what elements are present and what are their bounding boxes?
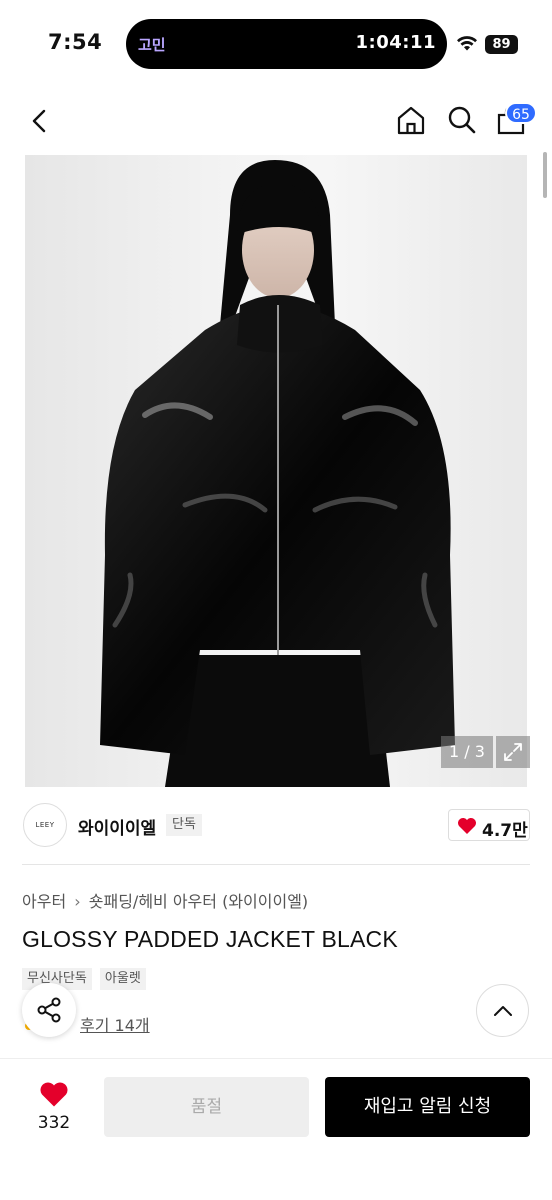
top-nav xyxy=(0,95,552,150)
bottom-action-bar: 332 품절 재입고 알림 신청 xyxy=(0,1058,552,1200)
home-icon[interactable] xyxy=(395,104,427,136)
wifi-icon xyxy=(457,36,477,51)
brand-logo[interactable]: LEEY xyxy=(23,803,67,847)
breadcrumb: 아우터 › 숏패딩/헤비 아우터 (와이이이엘) xyxy=(22,888,308,912)
scrollbar-thumb[interactable] xyxy=(543,152,547,198)
share-button[interactable] xyxy=(22,983,76,1037)
product-title: GLOSSY PADDED JACKET BLACK xyxy=(22,926,398,952)
dynamic-island[interactable]: 고민 1:04:11 xyxy=(126,19,447,69)
heart-icon xyxy=(458,818,476,834)
image-counter: 1 / 3 xyxy=(441,736,493,768)
brand-exclusive-tag: 단독 xyxy=(166,814,202,836)
expand-icon[interactable] xyxy=(496,736,530,768)
product-tag: 아울렛 xyxy=(99,968,146,990)
island-timer: 1:04:11 xyxy=(355,32,436,53)
restock-alert-button[interactable]: 재입고 알림 신청 xyxy=(325,1077,530,1137)
search-icon[interactable] xyxy=(446,104,478,136)
chevron-left-icon[interactable] xyxy=(24,105,56,137)
share-icon xyxy=(37,997,61,1023)
status-bar: 7:54 고민 1:04:11 89 xyxy=(0,0,552,90)
brand-like-button[interactable]: 4.7만 xyxy=(448,809,530,841)
brand-row: LEEY 와이이이엘 단독 4.7만 xyxy=(0,800,552,860)
soldout-button: 품절 xyxy=(104,1077,309,1137)
product-like-count: 332 xyxy=(37,1113,71,1133)
product-photo-illustration xyxy=(100,160,455,787)
status-time: 7:54 xyxy=(48,30,103,54)
cart-count-badge: 65 xyxy=(505,102,537,124)
brand-name[interactable]: 와이이이엘 xyxy=(78,814,156,839)
review-link[interactable]: 후기 14개 xyxy=(80,1012,150,1036)
scroll-top-button[interactable] xyxy=(476,984,529,1037)
heart-icon xyxy=(40,1082,68,1107)
divider xyxy=(22,864,530,865)
breadcrumb-item[interactable]: 아우터 xyxy=(22,892,66,911)
breadcrumb-item[interactable]: 숏패딩/헤비 아우터 (와이이이엘) xyxy=(89,892,308,911)
island-app-label: 고민 xyxy=(138,36,166,54)
breadcrumb-separator: › xyxy=(74,892,81,911)
chevron-up-icon xyxy=(494,1006,512,1016)
product-image[interactable] xyxy=(25,155,527,787)
brand-like-count: 4.7만 xyxy=(482,821,528,841)
battery-indicator: 89 xyxy=(485,35,518,54)
product-like-button[interactable]: 332 xyxy=(24,1079,84,1139)
